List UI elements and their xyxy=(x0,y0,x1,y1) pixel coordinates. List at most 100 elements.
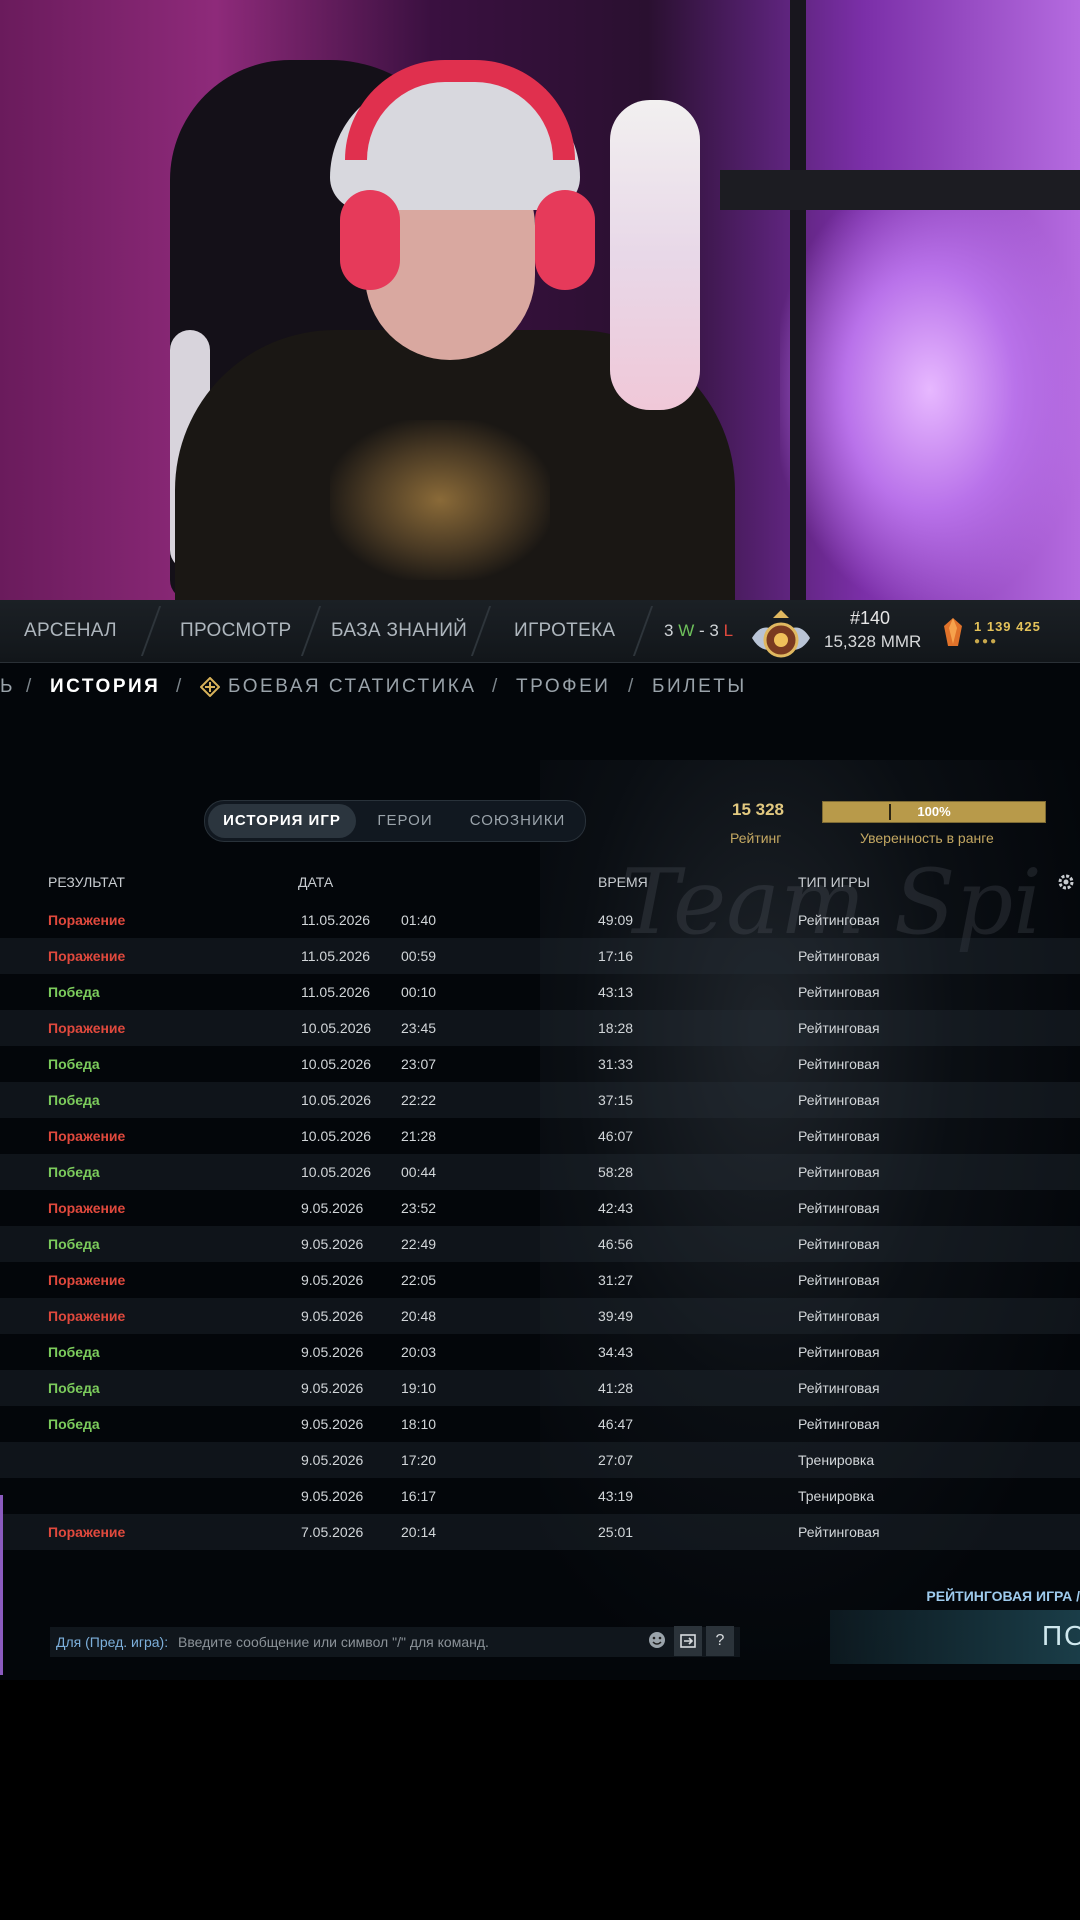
game-type-cell: Рейтинговая xyxy=(798,1056,880,1072)
game-type-cell: Рейтинговая xyxy=(798,1200,880,1216)
nav-arsenal[interactable]: АРСЕНАЛ xyxy=(24,600,117,662)
duration-cell: 18:28 xyxy=(598,1020,634,1036)
subnav-tickets[interactable]: БИЛЕТЫ xyxy=(652,676,747,698)
result-cell: Победа xyxy=(48,984,100,1000)
duration-cell: 43:13 xyxy=(598,984,634,1000)
microphone xyxy=(610,100,700,410)
game-type-cell: Рейтинговая xyxy=(798,1092,880,1108)
subnav-battle-stats[interactable]: БОЕВАЯ СТАТИСТИКА xyxy=(228,676,477,698)
time-cell: 20:14 xyxy=(401,1524,437,1540)
game-type-cell: Рейтинговая xyxy=(798,1308,880,1324)
chat-help-button[interactable]: ? xyxy=(706,1626,734,1656)
headphone-cup-left xyxy=(340,190,400,290)
wins-count: 3 xyxy=(664,621,674,640)
tab-allies[interactable]: СОЮЗНИКИ xyxy=(455,804,580,838)
nav-divider xyxy=(140,606,162,656)
history-tabs: ИСТОРИЯ ИГР ГЕРОИ СОЮЗНИКИ xyxy=(204,800,586,842)
table-row[interactable]: Поражение 7.05.2026 20:14 25:01 Рейтинговая xyxy=(0,1514,1080,1550)
tab-heroes[interactable]: ГЕРОИ xyxy=(360,804,450,838)
duration-cell: 31:27 xyxy=(598,1272,634,1288)
table-row[interactable]: Победа 9.05.2026 19:10 41:28 Рейтинговая xyxy=(0,1370,1080,1406)
duration-cell: 46:56 xyxy=(598,1236,634,1252)
table-row[interactable]: Победа 11.05.2026 00:10 43:13 Рейтинговая xyxy=(0,974,1080,1010)
date-cell: 9.05.2026 xyxy=(301,1272,364,1288)
date-cell: 9.05.2026 xyxy=(301,1200,364,1216)
dota-plus-icon xyxy=(200,677,220,697)
date-cell: 9.05.2026 xyxy=(301,1236,364,1252)
tab-match-history[interactable]: ИСТОРИЯ ИГР xyxy=(208,804,356,838)
game-type-cell: Тренировка xyxy=(798,1488,875,1504)
subnav-trophies[interactable]: ТРОФЕИ xyxy=(516,676,610,698)
table-row[interactable]: Поражение 10.05.2026 21:28 46:07 Рейтинговая xyxy=(0,1118,1080,1154)
nav-divider xyxy=(470,606,492,656)
table-row[interactable]: Победа 10.05.2026 22:22 37:15 Рейтинговая xyxy=(0,1082,1080,1118)
game-type-cell: Рейтинговая xyxy=(798,948,880,964)
queue-mode-label[interactable]: РЕЙТИНГОВАЯ ИГРА / xyxy=(926,1588,1080,1604)
currency-dots: ●●● xyxy=(974,636,999,647)
chat-channel[interactable]: Для (Пред. игра): xyxy=(56,1634,168,1650)
breadcrumb-slash: / xyxy=(26,676,32,697)
header-date[interactable]: ДАТА xyxy=(298,874,333,890)
date-cell: 10.05.2026 xyxy=(301,1020,372,1036)
nav-knowledge-base[interactable]: БАЗА ЗНАНИЙ xyxy=(331,600,467,662)
result-cell: Поражение xyxy=(48,1524,126,1540)
play-button-label: ПО xyxy=(1042,1620,1080,1651)
game-type-cell: Рейтинговая xyxy=(798,1164,880,1180)
duration-cell: 17:16 xyxy=(598,948,634,964)
date-cell: 11.05.2026 xyxy=(301,984,371,1000)
header-game-type[interactable]: ТИП ИГРЫ xyxy=(798,874,870,890)
duration-cell: 34:43 xyxy=(598,1344,634,1360)
nav-watch[interactable]: ПРОСМОТР xyxy=(180,600,291,662)
header-result[interactable]: РЕЗУЛЬТАТ xyxy=(48,874,125,890)
nav-arcade[interactable]: ИГРОТЕКА xyxy=(514,600,615,662)
table-row[interactable]: Поражение 11.05.2026 01:40 49:09 Рейтинговая xyxy=(0,902,1080,938)
result-cell: Победа xyxy=(48,1236,100,1252)
table-row[interactable]: 9.05.2026 16:17 43:19 Тренировка xyxy=(0,1478,1080,1514)
table-row[interactable]: Победа 9.05.2026 18:10 46:47 Рейтинговая xyxy=(0,1406,1080,1442)
chat-send-button[interactable] xyxy=(674,1626,702,1656)
mmr-value: 15,328 MMR xyxy=(824,632,922,651)
game-type-cell: Рейтинговая xyxy=(798,1272,880,1288)
time-cell: 22:05 xyxy=(401,1272,437,1288)
game-type-cell: Рейтинговая xyxy=(798,984,880,1000)
emoji-icon[interactable] xyxy=(648,1631,666,1649)
subnav-previous-fragment[interactable]: ь xyxy=(0,676,15,698)
rating-value: 15 328 xyxy=(732,800,784,819)
table-row[interactable]: Победа 10.05.2026 23:07 31:33 Рейтинговая xyxy=(0,1046,1080,1082)
header-duration[interactable]: ВРЕМЯ xyxy=(598,874,648,890)
chat-input[interactable]: Для (Пред. игра): Введите сообщение или … xyxy=(50,1627,740,1657)
table-row[interactable]: Поражение 10.05.2026 23:45 18:28 Рейтинговая xyxy=(0,1010,1080,1046)
subnav-history[interactable]: ИСТОРИЯ xyxy=(50,676,160,698)
date-cell: 9.05.2026 xyxy=(301,1416,364,1432)
date-cell: 11.05.2026 xyxy=(301,912,371,928)
game-type-cell: Рейтинговая xyxy=(798,1344,880,1360)
table-row[interactable]: Поражение 9.05.2026 23:52 42:43 Рейтинговая xyxy=(0,1190,1080,1226)
table-row[interactable]: Победа 10.05.2026 00:44 58:28 Рейтинговая xyxy=(0,1154,1080,1190)
play-button[interactable]: ПО xyxy=(830,1610,1080,1664)
losses-letter: L xyxy=(723,621,734,640)
rank-medal-icon[interactable] xyxy=(748,608,814,668)
game-type-cell: Рейтинговая xyxy=(798,912,880,928)
result-cell: Поражение xyxy=(48,1128,126,1144)
table-row[interactable]: Поражение 9.05.2026 22:05 31:27 Рейтинговая xyxy=(0,1262,1080,1298)
rank-confidence-bar: 100% xyxy=(822,801,1046,823)
shard-icon xyxy=(944,618,962,646)
table-row[interactable]: 9.05.2026 17:20 27:07 Тренировка xyxy=(0,1442,1080,1478)
wins-letter: W xyxy=(678,621,695,640)
nav-divider xyxy=(632,606,654,656)
result-cell: Поражение xyxy=(48,1272,126,1288)
gear-icon[interactable] xyxy=(1056,872,1076,892)
table-row[interactable]: Поражение 9.05.2026 20:48 39:49 Рейтинговая xyxy=(0,1298,1080,1334)
result-cell: Поражение xyxy=(48,1200,126,1216)
top-navigation: АРСЕНАЛ ПРОСМОТР БАЗА ЗНАНИЙ ИГРОТЕКА 3 … xyxy=(0,600,1080,663)
table-row[interactable]: Поражение 11.05.2026 00:59 17:16 Рейтинговая xyxy=(0,938,1080,974)
result-cell: Поражение xyxy=(48,912,126,928)
table-row[interactable]: Победа 9.05.2026 22:49 46:56 Рейтинговая xyxy=(0,1226,1080,1262)
side-accent xyxy=(0,1495,3,1675)
mic-arm xyxy=(720,170,1080,210)
date-cell: 9.05.2026 xyxy=(301,1452,364,1468)
time-cell: 00:59 xyxy=(401,948,437,964)
breadcrumb-slash: / xyxy=(176,676,182,697)
date-cell: 10.05.2026 xyxy=(301,1164,372,1180)
table-row[interactable]: Победа 9.05.2026 20:03 34:43 Рейтинговая xyxy=(0,1334,1080,1370)
